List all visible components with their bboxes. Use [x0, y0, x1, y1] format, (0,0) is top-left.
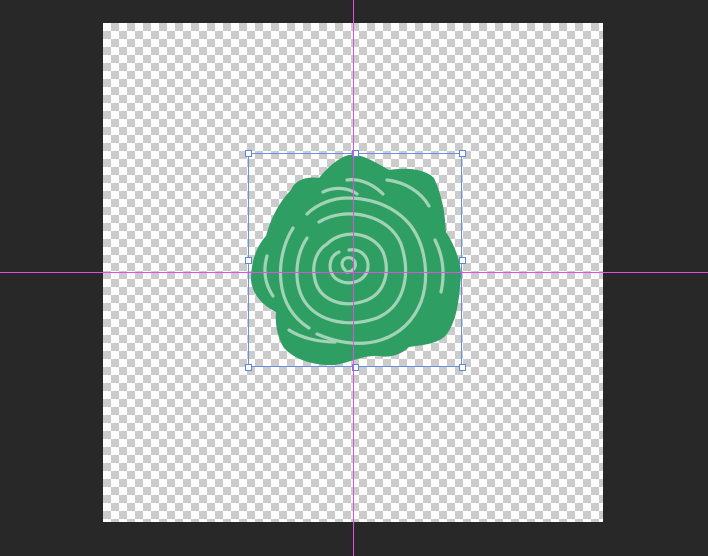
vertical-guide[interactable] [353, 0, 354, 556]
transform-bounding-box[interactable] [248, 153, 462, 367]
horizontal-guide[interactable] [0, 272, 708, 273]
transform-handle-middle-left[interactable] [245, 257, 252, 264]
transform-handle-top-left[interactable] [245, 150, 252, 157]
transform-handle-top-right[interactable] [459, 150, 466, 157]
transform-handle-bottom-right[interactable] [459, 364, 466, 371]
transform-handle-middle-right[interactable] [459, 257, 466, 264]
workspace-pasteboard [0, 0, 708, 556]
transform-handle-bottom-left[interactable] [245, 364, 252, 371]
